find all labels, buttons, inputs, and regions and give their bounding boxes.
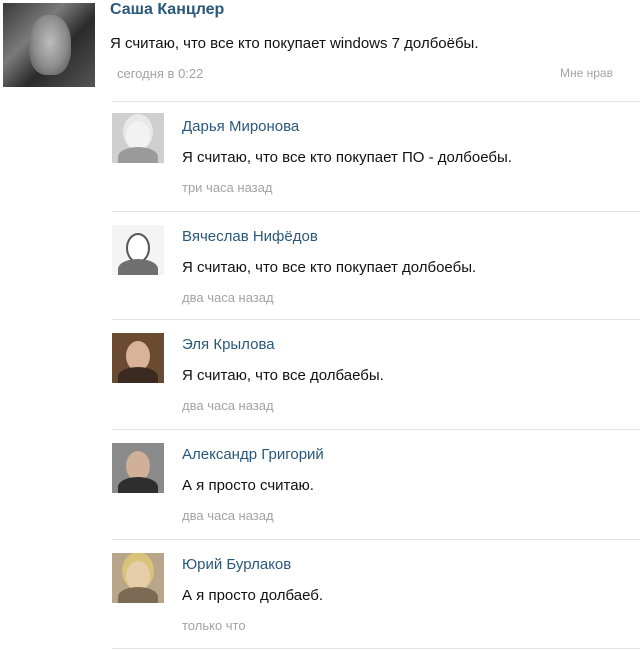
avatar-body-shape [118,477,158,493]
like-button[interactable]: Мне нрав [560,66,613,80]
comment-author-avatar[interactable] [112,113,164,163]
comment-timestamp[interactable]: три часа назад [182,180,272,195]
comment-timestamp[interactable]: два часа назад [182,508,274,523]
comment-author-avatar[interactable] [112,443,164,493]
post-timestamp[interactable]: сегодня в 0:22 [117,66,203,81]
comment-item: Вячеслав Нифёдов Я считаю, что все кто п… [0,211,640,319]
wall-post: Саша Канцлер Я считаю, что все кто покуп… [0,0,640,96]
avatar-face-shape [29,15,71,75]
comment-timestamp[interactable]: два часа назад [182,290,274,305]
comment-item: Александр Григорий А я просто считаю. дв… [0,429,640,537]
avatar-body-shape [118,147,158,163]
comment-separator [112,648,640,649]
comment-author-avatar[interactable] [112,333,164,383]
comment-item: Эля Крылова Я считаю, что все долбаебы. … [0,319,640,427]
comment-text: Я считаю, что все долбаебы. [182,367,384,384]
avatar-body-shape [118,367,158,383]
comment-author-name[interactable]: Вячеслав Нифёдов [182,228,318,245]
comment-text: А я просто считаю. [182,477,314,494]
comment-author-avatar[interactable] [112,553,164,603]
comment-text: Я считаю, что все кто покупает ПО - долб… [182,149,512,166]
post-text: Я считаю, что все кто покупает windows 7… [110,35,479,52]
comment-timestamp[interactable]: только что [182,618,246,633]
comment-author-name[interactable]: Дарья Миронова [182,118,299,135]
comment-item: Юрий Бурлаков А я просто долбаеб. только… [0,539,640,647]
comment-author-avatar[interactable] [112,225,164,275]
comment-author-name[interactable]: Эля Крылова [182,336,275,353]
avatar-body-shape [118,587,158,603]
comment-author-name[interactable]: Юрий Бурлаков [182,556,291,573]
comment-timestamp[interactable]: два часа назад [182,398,274,413]
post-author-avatar[interactable] [3,3,95,87]
comment-author-name[interactable]: Александр Григорий [182,446,324,463]
post-author-name[interactable]: Саша Канцлер [110,1,224,19]
avatar-body-shape [118,259,158,275]
comment-item: Дарья Миронова Я считаю, что все кто пок… [0,101,640,209]
comment-text: Я считаю, что все кто покупает долбоебы. [182,259,477,276]
comment-text: А я просто долбаеб. [182,587,324,604]
